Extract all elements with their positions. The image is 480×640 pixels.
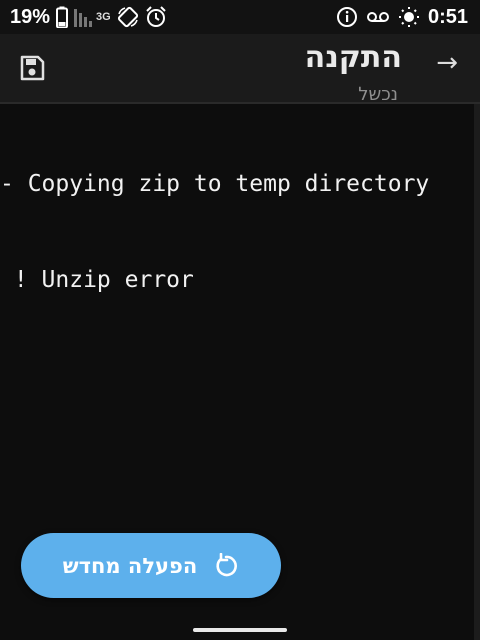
battery-icon [56, 6, 69, 28]
status-bar-left: 19% 3G [0, 6, 167, 29]
alarm-icon [145, 6, 167, 28]
console-line: - Copying zip to temp directory [0, 171, 430, 197]
app-toolbar: התקנה נכשל → [0, 34, 480, 102]
status-bar-right: 0:51 [336, 6, 480, 29]
restart-button-label: הפעלה מחדש [62, 553, 198, 578]
console-output: - Copying zip to temp directory ! Unzip … [0, 104, 480, 524]
battery-percent: 19% [10, 5, 51, 28]
signal-icon [74, 7, 94, 27]
info-icon [336, 6, 358, 28]
status-bar: 19% 3G 0:51 [0, 0, 480, 34]
brightness-icon [398, 6, 420, 28]
page-title: התקנה [304, 40, 402, 75]
back-arrow-icon[interactable]: → [436, 48, 458, 78]
gesture-nav-handle[interactable] [193, 628, 287, 632]
page-subtitle: נכשל [358, 84, 398, 102]
save-icon[interactable] [18, 54, 46, 82]
screen-edge [474, 104, 480, 640]
console-line: ! Unzip error [0, 267, 194, 293]
restart-button[interactable]: הפעלה מחדש [21, 533, 281, 598]
clock: 0:51 [427, 5, 468, 28]
network-type: 3G [96, 11, 111, 23]
restart-icon [213, 552, 239, 579]
rotate-icon [117, 6, 139, 28]
voicemail-icon [366, 9, 390, 25]
